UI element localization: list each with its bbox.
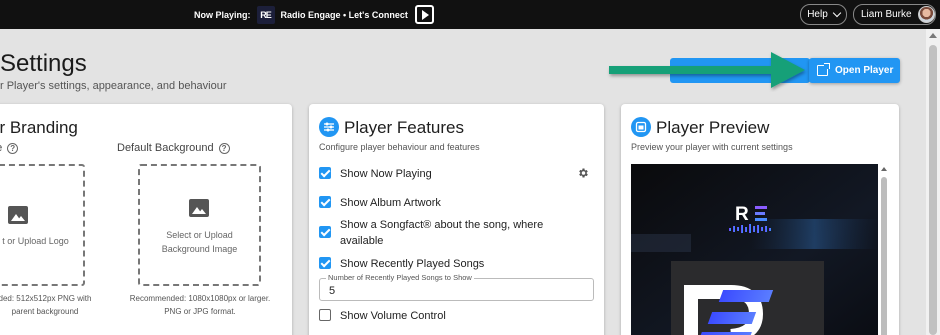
page-subtitle: r Player's settings, appearance, and beh… <box>0 80 227 92</box>
scroll-up-arrow[interactable] <box>929 33 937 38</box>
logo-upload-box[interactable]: t or Upload Logo <box>0 164 85 286</box>
chevron-down-icon <box>832 8 842 18</box>
help-icon[interactable]: ? <box>7 142 19 154</box>
bg-label-text: Default Background <box>117 142 214 154</box>
user-name: Liam Burke <box>861 9 912 20</box>
play-icon <box>421 9 429 20</box>
preview-icon <box>631 117 651 137</box>
logo-label-text: de <box>0 142 2 154</box>
player-preview-card: Player Preview Preview your player with … <box>621 104 899 335</box>
background-upload-box[interactable]: Select or Upload Background Image <box>138 164 261 286</box>
checkbox-checked-icon[interactable] <box>319 226 331 238</box>
default-background-label: Default Background ? <box>117 142 230 154</box>
checkbox-show-now-playing[interactable]: Show Now Playing <box>319 166 432 182</box>
checkbox-checked-icon[interactable] <box>319 257 331 269</box>
help-icon[interactable]: ? <box>218 142 230 154</box>
user-menu-button[interactable]: Liam Burke <box>853 4 936 25</box>
svg-text:R: R <box>735 204 749 225</box>
recent-count-label: Number of Recently Played Songs to Show <box>326 273 474 282</box>
logo-rec-line1: ded: 512x512px PNG with <box>0 294 92 303</box>
checkbox-show-volume-control[interactable]: Show Volume Control <box>319 308 446 324</box>
checkbox-unchecked-icon[interactable] <box>319 309 331 321</box>
gear-icon[interactable] <box>577 167 589 179</box>
page-scrollbar[interactable] <box>926 29 940 335</box>
checkbox-label: Show a Songfact® about the song, where a… <box>340 219 544 247</box>
station-logo: RE <box>256 5 275 24</box>
annotation-arrow <box>609 52 805 88</box>
open-player-button[interactable]: Open Player <box>809 58 900 83</box>
background-recommendation: Recommended: 1080x1080px or larger. PNG … <box>120 292 280 318</box>
checkbox-show-recently-played[interactable]: Show Recently Played Songs <box>319 256 484 272</box>
preview-scrollbar[interactable] <box>880 164 889 335</box>
checkbox-label: Show Recently Played Songs <box>340 258 485 270</box>
external-link-icon <box>817 63 830 76</box>
image-icon <box>189 199 209 217</box>
background-upload-text: Select or Upload Background Image <box>140 228 259 256</box>
scroll-thumb[interactable] <box>881 177 887 335</box>
now-playing-label: Now Playing: <box>194 9 251 20</box>
station-text: Radio Engage • Let's Connect <box>280 9 408 20</box>
preview-artwork: R <box>631 164 878 335</box>
top-bar: Now Playing: RE Radio Engage • Let's Con… <box>0 0 940 29</box>
bg-rec-line1: Recommended: 1080x1080px or larger. <box>129 294 271 303</box>
now-playing: Now Playing: RE Radio Engage • Let's Con… <box>194 5 434 24</box>
branding-card-title: er Branding <box>0 118 78 137</box>
play-button[interactable] <box>414 5 434 24</box>
checkbox-show-songfact[interactable]: Show a Songfact® about the song, where a… <box>319 217 559 249</box>
features-card-title: Player Features <box>344 118 464 137</box>
recent-count-value[interactable]: 5 <box>329 285 335 297</box>
player-branding-card: er Branding de ? t or Upload Logo ded: 5… <box>0 104 292 335</box>
recent-count-field[interactable]: Number of Recently Played Songs to Show … <box>319 273 594 301</box>
preview-card-description: Preview your player with current setting… <box>631 142 793 152</box>
sliders-icon <box>319 117 339 137</box>
checkbox-show-album-artwork[interactable]: Show Album Artwork <box>319 195 441 211</box>
scroll-up-arrow[interactable] <box>881 167 887 171</box>
open-player-label: Open Player <box>835 65 894 76</box>
bg-rec-line2: PNG or JPG format. <box>164 307 236 316</box>
bg-upload-line1: Select or Upload <box>166 230 233 240</box>
logo-label: de ? <box>0 142 19 154</box>
scroll-thumb[interactable] <box>929 45 937 335</box>
page-title: Settings <box>0 50 87 77</box>
checkbox-label: Show Now Playing <box>340 168 432 180</box>
logo-recommendation: ded: 512x512px PNG with parent backgroun… <box>0 292 100 318</box>
checkbox-label: Show Album Artwork <box>340 197 441 209</box>
image-icon <box>8 206 28 224</box>
avatar <box>917 6 935 23</box>
bg-upload-line2: Background Image <box>161 244 238 254</box>
help-label: Help <box>807 9 828 20</box>
logo-upload-text: t or Upload Logo <box>2 236 69 246</box>
logo-rec-line2: parent background <box>11 307 79 316</box>
checkbox-checked-icon[interactable] <box>319 167 331 179</box>
player-preview-frame[interactable]: R <box>631 164 878 335</box>
help-menu-button[interactable]: Help <box>800 4 847 25</box>
features-card-description: Configure player behaviour and features <box>319 142 480 152</box>
preview-card-title: Player Preview <box>656 118 770 137</box>
player-features-card: Player Features Configure player behavio… <box>309 104 604 335</box>
checkbox-checked-icon[interactable] <box>319 196 331 208</box>
checkbox-label: Show Volume Control <box>340 310 446 322</box>
